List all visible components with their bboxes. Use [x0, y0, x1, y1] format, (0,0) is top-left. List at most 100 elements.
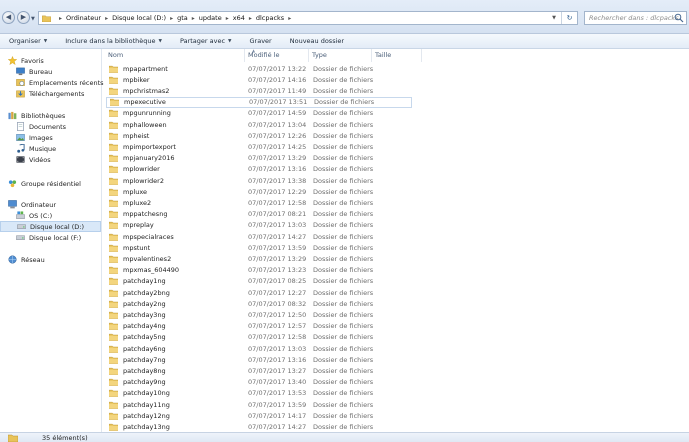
- column-header-type[interactable]: Type: [309, 49, 372, 62]
- search-input[interactable]: Rechercher dans : dlcpacks: [584, 11, 687, 25]
- share-button[interactable]: Partager avec ▼: [171, 34, 241, 49]
- search-icon[interactable]: [674, 13, 684, 23]
- history-dropdown-icon[interactable]: ▼: [31, 16, 35, 22]
- file-row[interactable]: mpbiker 07/07/2017 14:16 Dossier de fichie…: [106, 74, 412, 85]
- burn-button[interactable]: Graver: [241, 34, 281, 49]
- file-type: Dossier de fichiers: [313, 389, 374, 398]
- file-row[interactable]: mpluxe 07/07/2017 12:29 Dossier de fichier…: [106, 186, 412, 197]
- file-row[interactable]: mpgunrunning 07/07/2017 14:59 Dossier de f…: [106, 108, 412, 119]
- nav-item-drive-d[interactable]: Disque local (D:): [0, 221, 101, 232]
- file-name: patchday5ng: [123, 333, 166, 342]
- breadcrumb-item[interactable]: ▸ x64: [222, 14, 245, 22]
- file-row[interactable]: mpvalentines2 07/07/2017 13:29 Dossier de …: [106, 253, 412, 264]
- nav-item-drive-c[interactable]: OS (C:): [0, 210, 101, 221]
- file-name: patchday13ng: [123, 422, 170, 431]
- file-row[interactable]: patchday5ng 07/07/2017 12:58 Dossier de fi…: [106, 332, 412, 343]
- file-row[interactable]: mpjanuary2016 07/07/2017 13:29 Dossier de …: [106, 153, 412, 164]
- file-row[interactable]: patchday13ng 07/07/2017 14:27 Dossier de f…: [106, 421, 412, 432]
- file-row[interactable]: patchday2bng 07/07/2017 12:27 Dossier de f…: [106, 287, 412, 298]
- file-modified: 07/07/2017 12:58: [248, 333, 307, 342]
- file-modified: 07/07/2017 14:25: [248, 142, 307, 151]
- file-row[interactable]: mpspecialraces 07/07/2017 14:27 Dossier de…: [106, 231, 412, 242]
- breadcrumb-item[interactable]: ▸ dlcpacks: [245, 14, 284, 22]
- file-row[interactable]: mppatchesng 07/07/2017 08:21 Dossier de fi…: [106, 209, 412, 220]
- nav-computer-label: Ordinateur: [21, 200, 57, 209]
- nav-item-label: Bureau: [29, 67, 53, 76]
- nav-libraries[interactable]: Bibliothèques: [0, 110, 101, 121]
- column-header-size[interactable]: Taille: [372, 49, 422, 62]
- file-name: patchday11ng: [123, 400, 170, 409]
- nav-homegroup[interactable]: Groupe résidentiel: [0, 178, 101, 189]
- file-row[interactable]: mpxmas_604490 07/07/2017 13:23 Dossier de …: [106, 265, 412, 276]
- file-row[interactable]: mpapartment 07/07/2017 13:22 Dossier de fi…: [106, 63, 412, 74]
- file-row[interactable]: mplowrider 07/07/2017 13:16 Dossier de fic…: [106, 164, 412, 175]
- breadcrumb-separator-icon[interactable]: ▸: [226, 15, 229, 22]
- burn-label: Graver: [249, 37, 272, 45]
- file-modified: 07/07/2017 13:29: [248, 254, 307, 263]
- file-row[interactable]: mpstunt 07/07/2017 13:59 Dossier de fichie…: [106, 242, 412, 253]
- file-row[interactable]: patchday3ng 07/07/2017 12:50 Dossier de fi…: [106, 309, 412, 320]
- file-row[interactable]: mpexecutive 07/07/2017 13:51 Dossier de fi…: [106, 96, 412, 108]
- forward-button[interactable]: ▶: [17, 11, 30, 24]
- file-row[interactable]: patchday8ng 07/07/2017 13:27 Dossier de fi…: [106, 365, 412, 376]
- file-row[interactable]: patchday12ng 07/07/2017 14:17 Dossier de f…: [106, 410, 412, 421]
- file-row[interactable]: mpluxe2 07/07/2017 12:58 Dossier de fichie…: [106, 197, 412, 208]
- breadcrumb-separator-icon[interactable]: ▸: [170, 15, 173, 22]
- nav-favorites[interactable]: Favoris: [0, 55, 101, 66]
- file-type: Dossier de fichiers: [313, 277, 374, 286]
- file-row[interactable]: patchday7ng 07/07/2017 13:16 Dossier de fi…: [106, 354, 412, 365]
- breadcrumb-separator-icon[interactable]: ▸: [59, 15, 62, 22]
- breadcrumb-separator-icon[interactable]: ▸: [249, 15, 252, 22]
- file-row[interactable]: mpreplay 07/07/2017 13:03 Dossier de fichi…: [106, 220, 412, 231]
- organize-button[interactable]: Organiser ▼: [0, 34, 56, 49]
- column-header-name-label: Nom: [108, 51, 124, 59]
- breadcrumb-separator-icon[interactable]: ▸: [192, 15, 195, 22]
- file-row[interactable]: patchday10ng 07/07/2017 13:53 Dossier de f…: [106, 388, 412, 399]
- file-row[interactable]: patchday2ng 07/07/2017 08:32 Dossier de fi…: [106, 298, 412, 309]
- file-name: mpapartment: [123, 64, 168, 73]
- pictures-icon: [16, 134, 25, 141]
- file-row[interactable]: patchday11ng 07/07/2017 13:59 Dossier de f…: [106, 399, 412, 410]
- breadcrumb-item[interactable]: ▸ Disque local (D:): [101, 14, 166, 22]
- nav-item-videos[interactable]: Vidéos: [0, 154, 101, 165]
- folder-icon: [109, 87, 118, 95]
- breadcrumb-separator-icon[interactable]: ▸: [105, 15, 108, 22]
- file-row[interactable]: patchday1ng 07/07/2017 08:25 Dossier de fi…: [106, 276, 412, 287]
- nav-item-music[interactable]: Musique: [0, 143, 101, 154]
- nav-item-label: Vidéos: [29, 155, 51, 164]
- file-name: mplowrider2: [123, 176, 164, 185]
- file-type: Dossier de fichiers: [313, 109, 374, 118]
- nav-item-desktop[interactable]: Bureau: [0, 66, 101, 77]
- back-button[interactable]: ◀: [2, 11, 15, 24]
- file-modified: 07/07/2017 13:03: [248, 221, 307, 230]
- file-row[interactable]: patchday6ng 07/07/2017 13:03 Dossier de fi…: [106, 343, 412, 354]
- breadcrumb-separator-icon[interactable]: ▸: [284, 14, 295, 22]
- breadcrumb-item[interactable]: ▸ gta: [166, 14, 188, 22]
- file-row[interactable]: patchday9ng 07/07/2017 13:40 Dossier de fi…: [106, 377, 412, 388]
- column-header-name[interactable]: Nom: [105, 49, 245, 62]
- include-library-button[interactable]: Inclure dans la bibliothèque ▼: [56, 34, 171, 49]
- folder-icon: [109, 266, 118, 274]
- file-row[interactable]: mpimportexport 07/07/2017 14:25 Dossier de…: [106, 141, 412, 152]
- nav-item-pictures[interactable]: Images: [0, 132, 101, 143]
- file-row[interactable]: patchday4ng 07/07/2017 12:57 Dossier de fi…: [106, 321, 412, 332]
- new-folder-button[interactable]: Nouveau dossier: [281, 34, 353, 49]
- folder-icon: [109, 423, 118, 431]
- nav-item-recent-places[interactable]: Emplacements récents: [0, 77, 104, 88]
- address-field[interactable]: ▸ Ordinateur ▸ Disque local (D:) ▸ gta ▸ update…: [38, 11, 578, 25]
- address-dropdown-icon[interactable]: ▼: [548, 12, 560, 24]
- file-row[interactable]: mplowrider2 07/07/2017 13:38 Dossier de fi…: [106, 175, 412, 186]
- file-row[interactable]: mphalloween 07/07/2017 13:04 Dossier de fi…: [106, 119, 412, 130]
- nav-item-drive-f[interactable]: Disque local (F:): [0, 232, 101, 243]
- libraries-icon: [8, 111, 17, 120]
- refresh-icon[interactable]: ↻: [561, 12, 577, 24]
- breadcrumb-item[interactable]: ▸ Ordinateur: [55, 14, 101, 22]
- file-row[interactable]: mpheist 07/07/2017 12:26 Dossier de fichie…: [106, 130, 412, 141]
- nav-item-documents[interactable]: Documents: [0, 121, 101, 132]
- file-row[interactable]: mpchristmas2 07/07/2017 11:49 Dossier de f…: [106, 85, 412, 96]
- breadcrumb-item[interactable]: ▸ update: [188, 14, 222, 22]
- nav-network[interactable]: Réseau: [0, 254, 101, 265]
- nav-computer[interactable]: Ordinateur: [0, 199, 101, 210]
- nav-item-downloads[interactable]: Téléchargements: [0, 88, 101, 99]
- folder-icon: [109, 233, 118, 241]
